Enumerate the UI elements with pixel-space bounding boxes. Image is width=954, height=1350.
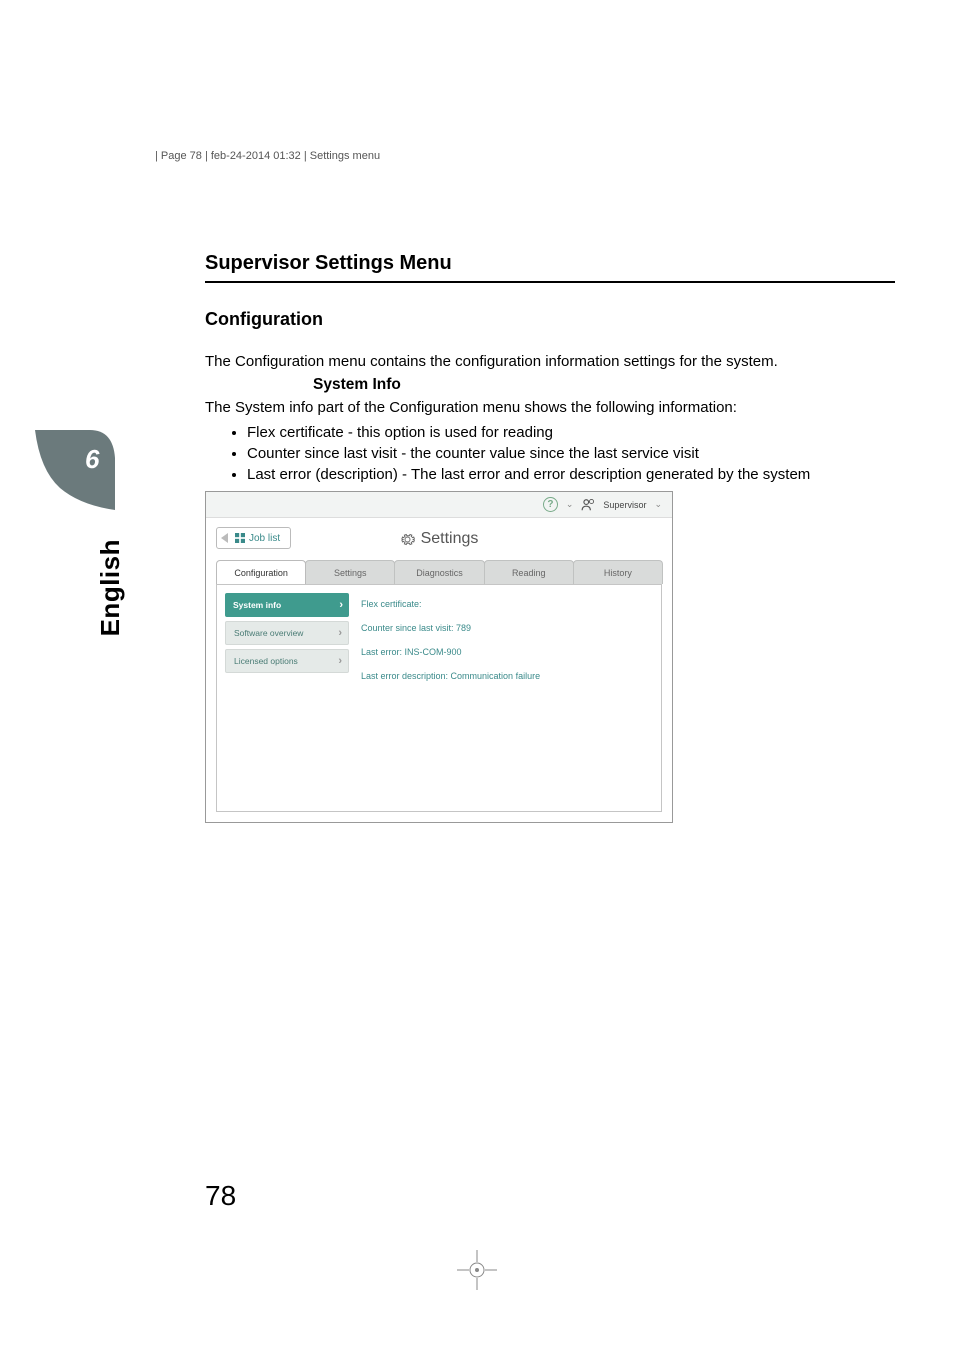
gear-icon: [400, 532, 415, 547]
tab-history[interactable]: History: [573, 560, 663, 584]
side-tab-container: 6 English: [35, 430, 125, 636]
chevron-right-icon: ›: [339, 599, 343, 611]
system-info-desc: The System info part of the Configuratio…: [205, 398, 895, 418]
header-info: | Page 78 | feb-24-2014 01:32 | Settings…: [155, 150, 380, 162]
tab-reading[interactable]: Reading: [484, 560, 574, 584]
config-intro: The Configuration menu contains the conf…: [205, 352, 895, 372]
chevron-right-icon: ›: [338, 627, 342, 639]
help-icon[interactable]: ?: [543, 497, 558, 512]
sidebar-item-label: Software overview: [234, 628, 303, 638]
language-label: English: [95, 539, 126, 636]
list-item: Flex certificate - this option is used f…: [247, 423, 895, 443]
sidebar-item-label: Licensed options: [234, 656, 298, 666]
detail-row: Last error description: Communication fa…: [361, 671, 649, 681]
screenshot-topbar: ? ⌄ Supervisor ⌄: [206, 492, 672, 518]
user-role-label: Supervisor: [603, 500, 646, 510]
tab-configuration[interactable]: Configuration: [216, 560, 306, 584]
chapter-number: 6: [85, 444, 100, 474]
joblist-button[interactable]: Job list: [216, 527, 291, 549]
page-number: 78: [205, 1180, 236, 1212]
detail-pane: Flex certificate: Counter since last vis…: [349, 585, 661, 811]
detail-row: Last error: INS-COM-900: [361, 647, 649, 657]
registration-mark-icon: [457, 1250, 497, 1290]
chevron-down-icon[interactable]: ⌄: [566, 499, 574, 510]
list-item: Counter since last visit - the counter v…: [247, 444, 895, 464]
chapter-tab-shape: 6: [35, 430, 115, 510]
sidebar-item-software-overview[interactable]: Software overview ›: [225, 621, 349, 645]
detail-row: Flex certificate:: [361, 599, 649, 609]
system-info-heading: System Info: [313, 376, 895, 394]
bullet-list: Flex certificate - this option is used f…: [247, 423, 895, 486]
list-item: Last error (description) - The last erro…: [247, 465, 895, 485]
joblist-label: Job list: [249, 533, 280, 544]
sidebar-item-licensed-options[interactable]: Licensed options ›: [225, 649, 349, 673]
screen-title: Settings: [400, 530, 479, 548]
screenshot-body: System info › Software overview › Licens…: [216, 584, 662, 812]
tab-diagnostics[interactable]: Diagnostics: [394, 560, 484, 584]
user-gear-icon[interactable]: [581, 498, 595, 512]
detail-row: Counter since last visit: 789: [361, 623, 649, 633]
tab-settings[interactable]: Settings: [305, 560, 395, 584]
chevron-down-icon[interactable]: ⌄: [654, 499, 662, 510]
sidebar-item-system-info[interactable]: System info ›: [225, 593, 349, 617]
screen-title-text: Settings: [421, 530, 479, 548]
main-content: Supervisor Settings Menu Configuration T…: [205, 252, 895, 823]
chevron-right-icon: ›: [338, 655, 342, 667]
screenshot-title-row: Job list Settings: [206, 518, 672, 560]
settings-screenshot: ? ⌄ Supervisor ⌄ Job list: [205, 491, 673, 823]
tab-row: Configuration Settings Diagnostics Readi…: [206, 560, 672, 584]
section-title: Supervisor Settings Menu: [205, 252, 895, 283]
grid-icon: [235, 533, 245, 543]
side-nav: System info › Software overview › Licens…: [217, 585, 349, 811]
subsection-title: Configuration: [205, 309, 895, 330]
sidebar-item-label: System info: [233, 600, 281, 610]
